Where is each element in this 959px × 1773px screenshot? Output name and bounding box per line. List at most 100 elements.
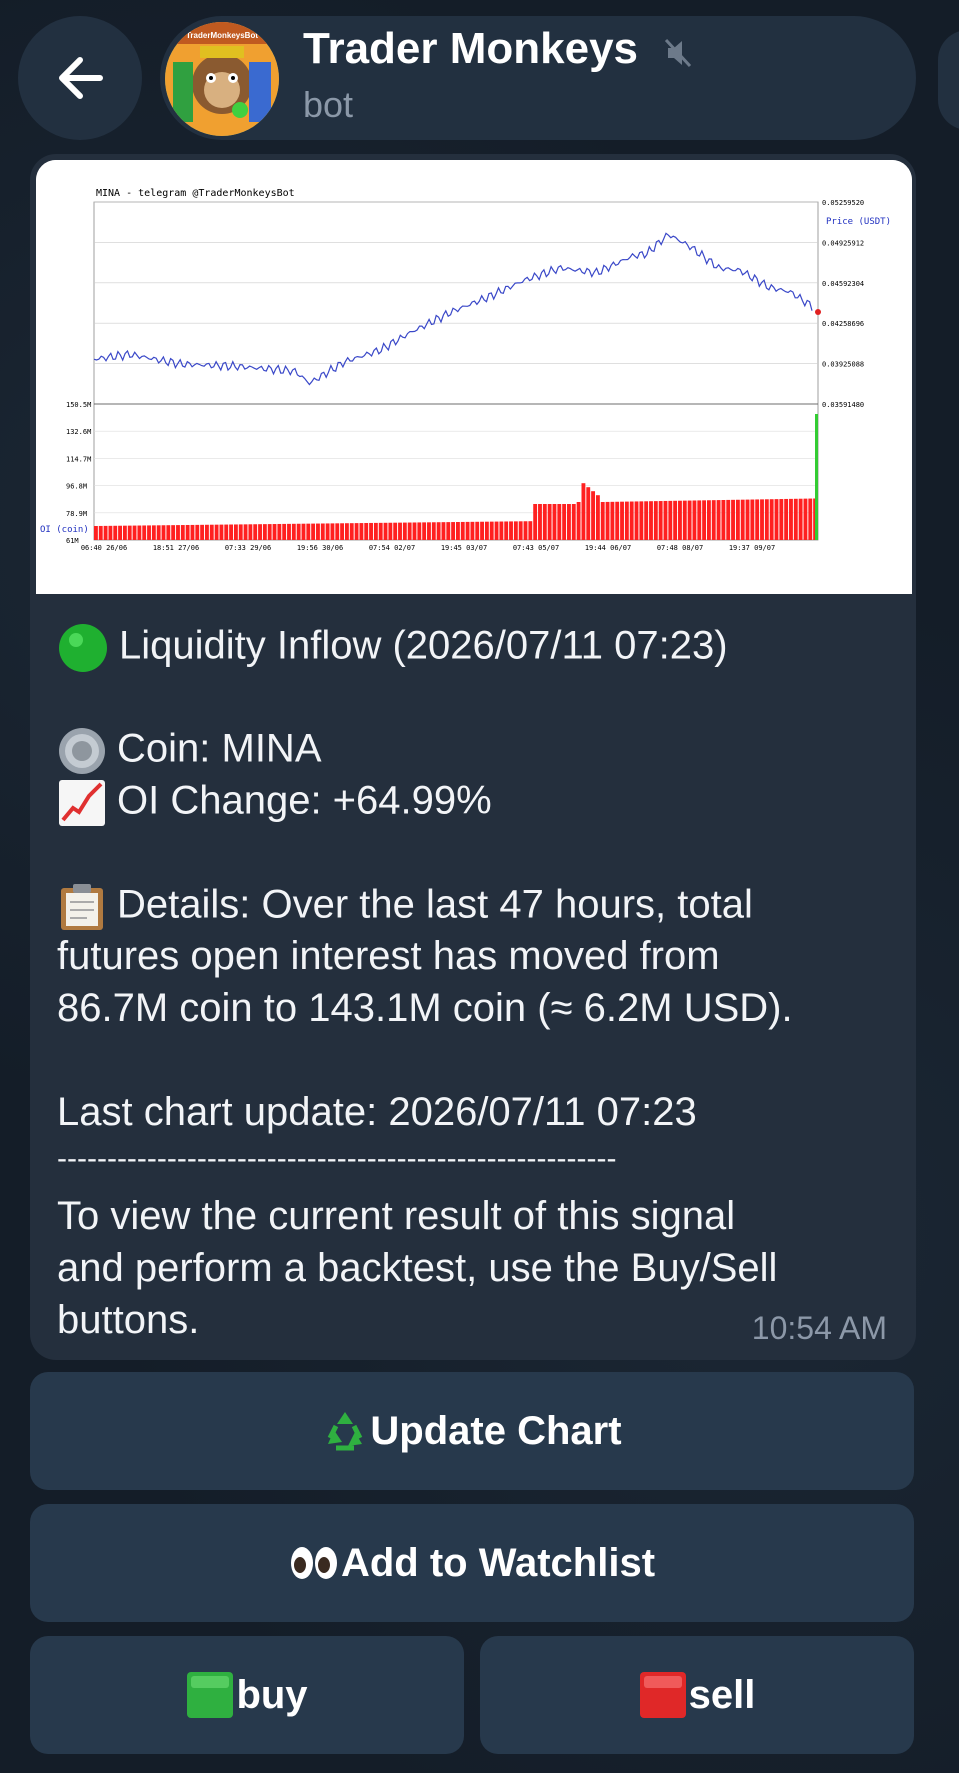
time-tick-label: 07:48 08/07: [657, 544, 703, 552]
oi-bar: [451, 522, 456, 540]
oi-bar: [282, 523, 287, 540]
last-price-marker: [815, 309, 821, 315]
oi-bar: [600, 502, 605, 540]
oi-bar: [721, 500, 726, 540]
oi-bar: [779, 499, 784, 540]
oi-bar: [567, 504, 571, 540]
buy-button[interactable]: buy: [30, 1636, 464, 1754]
oi-bar: [658, 501, 663, 540]
oi-bar: [417, 522, 422, 540]
oi-bar: [301, 523, 306, 540]
instructions-text-3: buttons.: [57, 1298, 200, 1342]
oi-bar: [412, 522, 417, 540]
signal-title: Liquidity Inflow (2026/07/11 07:23): [119, 623, 728, 668]
header-action[interactable]: [938, 30, 959, 130]
update-chart-button[interactable]: Update Chart: [30, 1372, 914, 1490]
price-tick-label: 0.03591480: [822, 401, 864, 409]
oi-bar: [789, 498, 793, 540]
oi-bar: [760, 499, 764, 540]
oi-bar: [595, 495, 600, 540]
oi-bar: [166, 525, 171, 540]
oi-bar: [185, 524, 190, 540]
oi-bar: [344, 523, 349, 540]
oi-bar: [576, 502, 581, 540]
price-tick-label: 0.03925088: [822, 361, 864, 369]
oi-bar: [369, 522, 373, 540]
oi-bar: [460, 521, 465, 540]
update-chart-label: Update Chart: [370, 1408, 622, 1453]
oi-bar: [620, 501, 624, 540]
instructions-text-1: To view the current result of this signa…: [57, 1194, 736, 1238]
oi-bar: [523, 521, 528, 540]
oi-change: OI Change: +64.99%: [117, 778, 492, 823]
oi-bar: [562, 504, 567, 540]
oi-bar: [571, 504, 576, 540]
chat-subtitle: bot: [303, 84, 354, 125]
time-tick-label: 19:37 09/07: [729, 544, 775, 552]
oi-bar: [605, 501, 610, 540]
oi-bar: [98, 525, 103, 540]
details-text-3: 86.7M coin to 143.1M coin (≈ 6.2M USD).: [57, 986, 793, 1030]
oi-bar: [764, 499, 769, 540]
recycle-icon: [328, 1412, 363, 1451]
back-button[interactable]: [18, 16, 142, 140]
oi-bar: [127, 525, 132, 540]
oi-bar: [258, 524, 262, 540]
oi-bar: [663, 500, 668, 540]
oi-bar: [750, 499, 755, 540]
oi-tick-label: 61M: [66, 537, 79, 545]
oi-bar: [253, 524, 258, 540]
oi-bar: [784, 498, 789, 540]
arrow-left-icon: [59, 57, 103, 99]
message-time: 10:54 AM: [751, 1310, 887, 1346]
oi-bar: [349, 523, 354, 540]
price-tick-label: 0.05259520: [822, 199, 864, 207]
oi-bar: [745, 499, 750, 540]
oi-bar: [103, 525, 108, 540]
coin-name: Coin: MINA: [117, 726, 322, 771]
oi-bar: [364, 523, 369, 540]
oi-bar: [557, 504, 562, 540]
oi-latest-bar: [815, 414, 818, 540]
avatar[interactable]: TraderMonkeysBot: [165, 22, 279, 136]
oi-bar: [354, 523, 359, 540]
message-line-3: OI Change: +64.99%: [57, 778, 492, 828]
oi-tick-label: 132.6M: [66, 428, 91, 436]
oi-bar: [489, 521, 494, 540]
price-tick-label: 0.04925912: [822, 239, 864, 247]
oi-bar: [644, 501, 649, 540]
oi-bar: [340, 523, 345, 540]
oi-bar: [692, 500, 697, 540]
oi-bar: [306, 523, 311, 540]
oi-bar: [542, 504, 547, 540]
oi-bar: [214, 524, 219, 540]
oi-bar: [484, 521, 489, 540]
last-update-text: Last chart update: 2026/07/11 07:23: [57, 1090, 697, 1134]
eyes-icon: [290, 1547, 337, 1579]
chart-image[interactable]: MINA - telegram @TraderMonkeysBot Price …: [36, 160, 912, 594]
sell-button[interactable]: sell: [480, 1636, 914, 1754]
oi-bar: [533, 504, 538, 540]
oi-bar: [668, 500, 673, 540]
oi-bar: [200, 524, 205, 540]
oi-bar: [277, 523, 282, 540]
oi-bar: [190, 524, 195, 540]
add-watchlist-button[interactable]: Add to Watchlist: [30, 1504, 914, 1622]
oi-bar: [436, 522, 441, 540]
oi-bar: [243, 524, 248, 540]
coin-icon: [59, 728, 105, 774]
sell-label: sell: [688, 1672, 756, 1717]
time-tick-label: 19:56 30/06: [297, 544, 343, 552]
message-line-1: Liquidity Inflow (2026/07/11 07:23): [57, 622, 728, 674]
oi-bar: [504, 521, 509, 540]
oi-bar: [402, 522, 407, 540]
oi-bar: [475, 521, 480, 540]
time-tick-label: 07:33 29/06: [225, 544, 271, 552]
oi-bar: [161, 525, 166, 540]
oi-bar: [702, 500, 707, 540]
oi-bar: [287, 523, 291, 540]
oi-bar: [209, 524, 214, 540]
time-tick-label: 07:54 02/07: [369, 544, 415, 552]
oi-bar: [156, 525, 161, 540]
oi-bar: [388, 522, 393, 540]
